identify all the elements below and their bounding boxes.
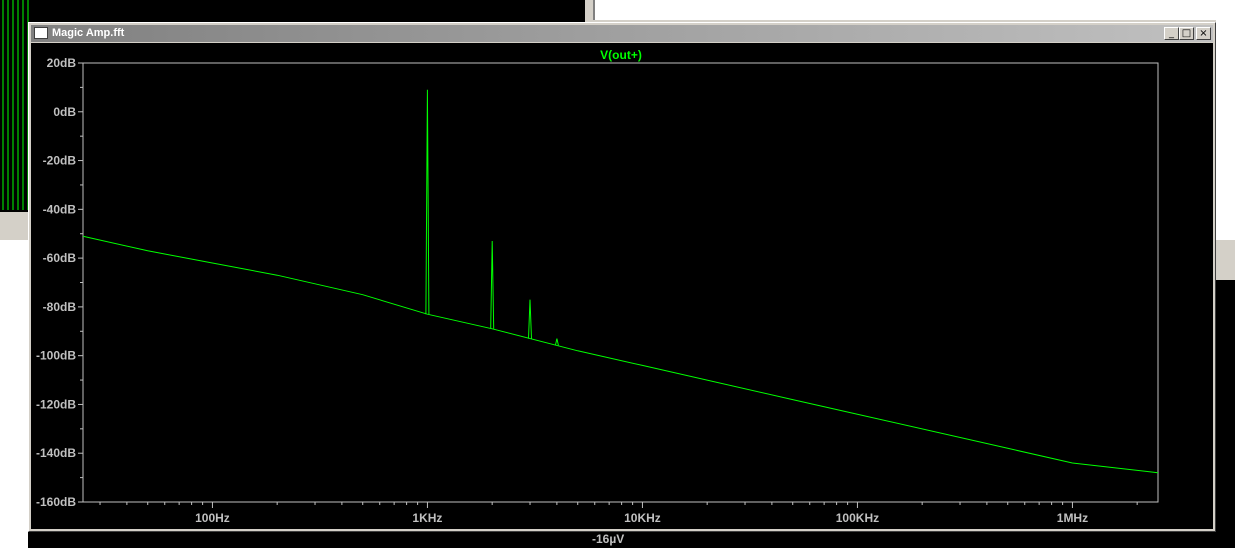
- y-tick-label: -140dB: [36, 446, 76, 460]
- y-tick-label: -20dB: [43, 154, 77, 168]
- y-tick-label: -40dB: [43, 202, 77, 216]
- x-tick-label: 100KHz: [836, 511, 879, 525]
- y-tick-label: -60dB: [43, 251, 77, 265]
- x-tick-label: 1MHz: [1057, 511, 1088, 525]
- x-tick-label: 1KHz: [412, 511, 442, 525]
- background-voltage-readout: -16µV: [592, 532, 625, 546]
- background-waveform-bottom: [28, 530, 1235, 548]
- window-title: Magic Amp.fft: [52, 27, 125, 39]
- background-waveform-right: [1216, 280, 1235, 548]
- trace-group: [82, 89, 1159, 474]
- fft-window[interactable]: Magic Amp.fft _ □ × V(out+) 20dB 0dB -20dB…: [28, 22, 1216, 532]
- fft-chart[interactable]: V(out+) 20dB 0dB -20dB -40dB -60dB -80dB -100d…: [31, 43, 1213, 529]
- y-tick-label: 0dB: [53, 105, 76, 119]
- background-schematic-window: [593, 0, 1235, 20]
- harmonic-peak[interactable]: [490, 240, 495, 329]
- harmonic-peak[interactable]: [554, 338, 559, 346]
- harmonic-peak[interactable]: [425, 89, 430, 315]
- minimize-button[interactable]: _: [1164, 27, 1179, 40]
- y-tick-label: -100dB: [36, 349, 76, 363]
- y-tick-label: -80dB: [43, 300, 77, 314]
- harmonic-peak[interactable]: [528, 299, 532, 339]
- y-axis: 20dB 0dB -20dB -40dB -60dB -80dB -100dB -120dB -…: [36, 56, 83, 509]
- x-tick-label: 100Hz: [195, 511, 230, 525]
- close-button[interactable]: ×: [1196, 27, 1211, 40]
- trace-label[interactable]: V(out+): [600, 48, 642, 62]
- x-axis: 100Hz 1KHz 10KHz 100KHz 1MHz: [99, 502, 1138, 525]
- fft-plot-area[interactable]: V(out+) 20dB 0dB -20dB -40dB -60dB -80dB -100d…: [31, 43, 1213, 529]
- y-tick-label: 20dB: [47, 56, 77, 70]
- maximize-button[interactable]: □: [1179, 27, 1194, 40]
- plot-frame: [82, 62, 1159, 503]
- window-titlebar[interactable]: Magic Amp.fft _ □ ×: [31, 25, 1213, 42]
- waveform-app-icon[interactable]: [34, 27, 48, 39]
- background-schematic-right: [1216, 0, 1235, 240]
- noise-floor-trace[interactable]: [82, 235, 1159, 474]
- y-tick-label: -160dB: [36, 495, 76, 509]
- x-tick-label: 10KHz: [624, 511, 661, 525]
- y-tick-label: -120dB: [36, 397, 76, 411]
- background-schematic-left: [0, 240, 28, 548]
